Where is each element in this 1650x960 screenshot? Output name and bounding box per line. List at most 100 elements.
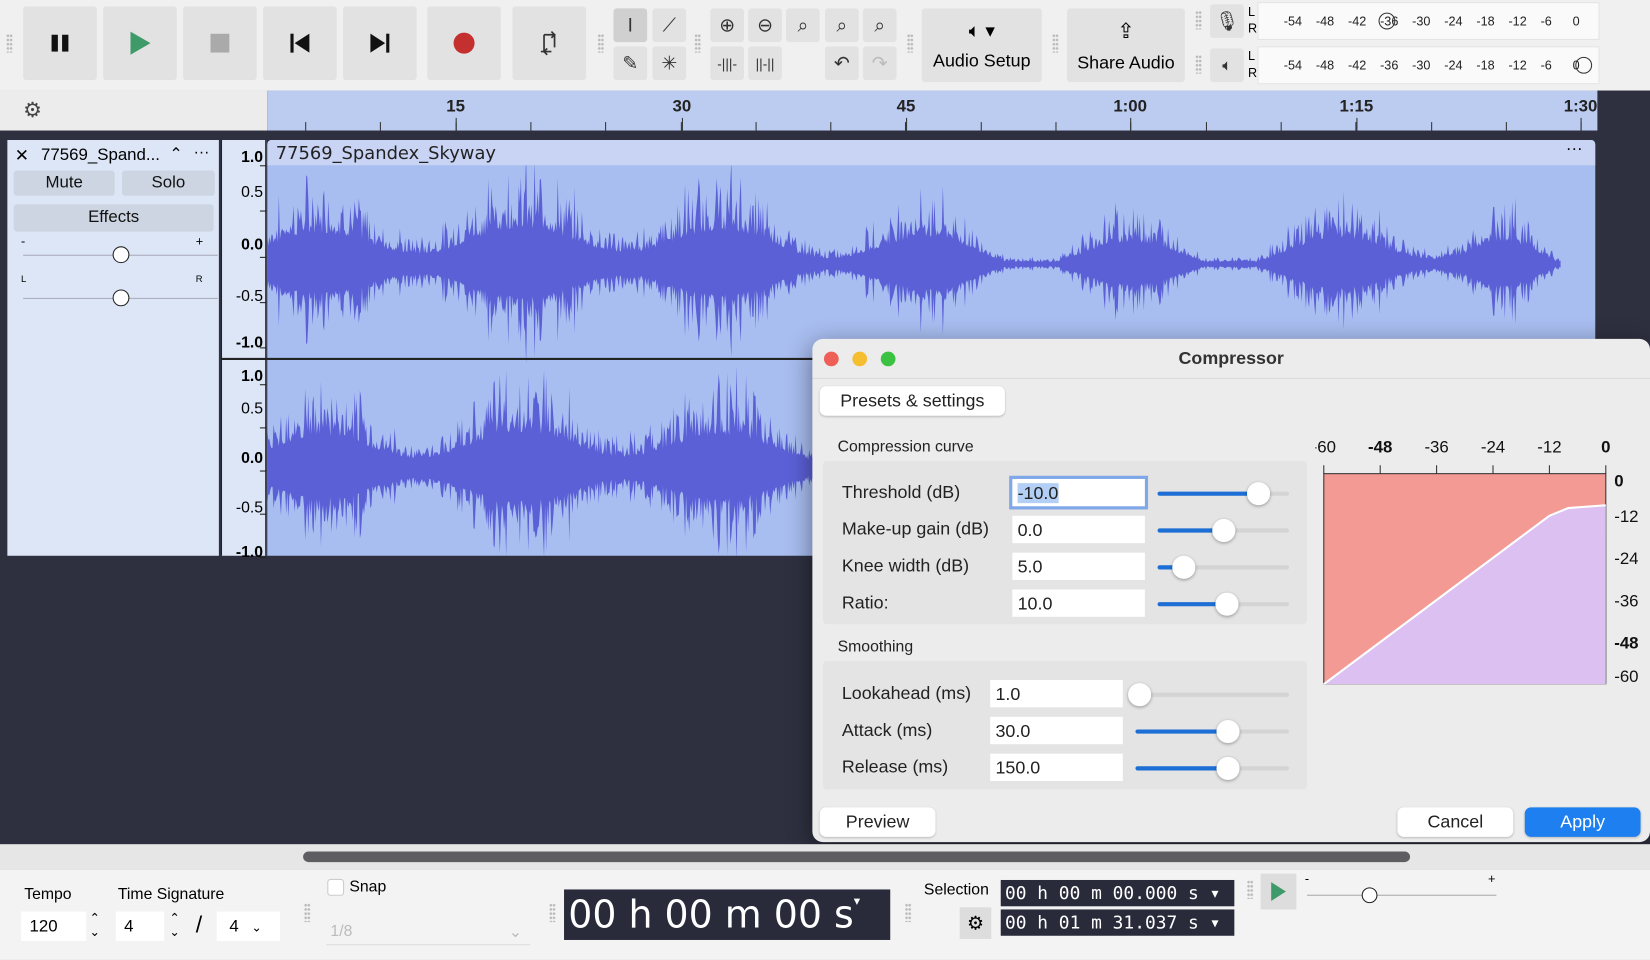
zoom-toggle-icon[interactable]: ⌕ xyxy=(862,8,897,43)
param-input[interactable]: 30.0 xyxy=(990,716,1123,745)
toolbar-grip[interactable] xyxy=(1246,879,1254,899)
presets-settings-button[interactable]: Presets & settings xyxy=(819,386,1005,416)
trim-icon[interactable]: -|||- xyxy=(710,46,744,80)
ruler-label: 15 xyxy=(446,97,466,116)
clip-header[interactable]: 77569_Spandex_Skyway ··· xyxy=(267,139,1596,166)
meter-level-knob[interactable] xyxy=(1378,12,1396,30)
toolbar-grip[interactable] xyxy=(597,33,605,53)
timeline-ruler[interactable] xyxy=(267,90,1598,131)
slider-knob[interactable] xyxy=(1216,719,1240,744)
ruler-tick xyxy=(1430,122,1432,131)
apply-button[interactable]: Apply xyxy=(1524,807,1641,837)
slider-knob[interactable] xyxy=(1216,756,1240,780)
pan-slider-knob[interactable] xyxy=(112,289,129,307)
loop-button[interactable] xyxy=(512,6,587,80)
time-signature-numerator[interactable]: 4 xyxy=(115,911,165,942)
speaker-icon[interactable]: 🔈︎ xyxy=(1210,48,1244,83)
param-slider[interactable] xyxy=(1128,683,1290,707)
slider-knob[interactable] xyxy=(1211,518,1235,543)
playback-meter[interactable]: -54 -48 -42 -36 -30 -24 -18 -12 -6 0 xyxy=(1257,46,1600,85)
effects-button[interactable]: Effects xyxy=(13,204,214,232)
snap-label: Snap xyxy=(349,877,387,896)
param-slider[interactable] xyxy=(1157,518,1290,543)
param-input[interactable]: -10.0 xyxy=(1009,475,1149,510)
chevron-down-icon: ▾ xyxy=(853,893,861,909)
zoom-in-icon[interactable]: ⊕ xyxy=(710,8,744,43)
param-input[interactable]: 10.0 xyxy=(1012,589,1145,617)
numerator-stepper[interactable]: ⌃ ⌄ xyxy=(169,911,180,939)
meter-tick-label: -30 xyxy=(1412,13,1431,29)
playback-speed-slider[interactable] xyxy=(1306,894,1497,896)
fit-selection-icon[interactable]: ⌕ xyxy=(786,8,820,43)
toolbar-grip[interactable] xyxy=(304,903,311,923)
param-slider[interactable] xyxy=(1135,719,1290,744)
toolbar-grip[interactable] xyxy=(6,33,13,53)
play-at-speed-button[interactable] xyxy=(1260,873,1297,910)
clip-menu-icon[interactable]: ··· xyxy=(1566,140,1583,159)
toolbar-grip[interactable] xyxy=(549,903,556,923)
selection-tool[interactable]: I xyxy=(613,8,648,43)
microphone-icon[interactable]: 🎙︎ xyxy=(1210,4,1244,38)
zoom-out-icon[interactable]: ⊖ xyxy=(748,8,782,43)
slash-label: / xyxy=(195,911,203,938)
scrollbar-thumb[interactable] xyxy=(303,851,1411,863)
snap-checkbox[interactable] xyxy=(327,878,345,896)
toolbar-grip[interactable] xyxy=(904,903,912,923)
track-name[interactable]: 77569_Spand... xyxy=(41,146,160,165)
collapse-icon[interactable]: ⌃ xyxy=(169,144,182,163)
toolbar-grip[interactable] xyxy=(1195,10,1202,30)
gain-slider-knob[interactable] xyxy=(112,246,129,264)
share-audio-button[interactable]: ⇪ Share Audio xyxy=(1067,8,1185,83)
play-button[interactable] xyxy=(103,6,177,80)
toolbar-grip[interactable] xyxy=(1195,54,1202,74)
snap-select[interactable]: 1/8 ⌄ xyxy=(326,918,531,946)
undo-icon[interactable]: ↶ xyxy=(825,46,859,80)
playback-speed-knob[interactable] xyxy=(1361,887,1378,904)
meter-level-knob[interactable] xyxy=(1575,56,1593,74)
title-bar[interactable]: Compressor xyxy=(812,339,1650,379)
selection-label: Selection xyxy=(923,881,989,899)
pause-button[interactable] xyxy=(23,6,97,80)
param-slider[interactable] xyxy=(1157,555,1290,579)
solo-button[interactable]: Solo xyxy=(122,170,215,196)
time-signature-denominator[interactable]: 4 ⌄ xyxy=(216,911,280,942)
record-meter[interactable]: -54 -48 -42 -36 -30 -24 -18 -12 -6 0 xyxy=(1257,2,1600,40)
draw-tool[interactable]: ✎ xyxy=(613,46,648,80)
gain-max-label: + xyxy=(195,233,204,249)
time-display[interactable]: 00 h 00 m 00 s▾ xyxy=(564,889,891,940)
graph-y-tick: 0 xyxy=(1614,471,1623,490)
tempo-stepper[interactable]: ⌃ ⌄ xyxy=(89,911,100,939)
mute-button[interactable]: Mute xyxy=(13,170,115,196)
redo-icon[interactable]: ↷ xyxy=(862,46,897,80)
param-slider[interactable] xyxy=(1135,756,1290,780)
cancel-button[interactable]: Cancel xyxy=(1397,807,1514,837)
selection-start[interactable]: 00 h 00 m 00.000 s ▾ xyxy=(1000,879,1235,907)
param-input[interactable]: 1.0 xyxy=(990,679,1123,708)
stop-button[interactable] xyxy=(183,6,257,80)
selection-end[interactable]: 00 h 01 m 31.037 s ▾ xyxy=(1000,909,1235,936)
skip-to-start-button[interactable] xyxy=(263,6,337,80)
skip-to-end-button[interactable] xyxy=(343,6,417,80)
record-button[interactable] xyxy=(427,6,501,80)
compressor-dialog: Compressor Presets & settings Compressio… xyxy=(812,338,1650,843)
param-input[interactable]: 150.0 xyxy=(990,753,1123,782)
multi-tool[interactable]: ✳ xyxy=(652,46,687,80)
envelope-tool[interactable]: ⟋ xyxy=(652,8,687,43)
toolbar-grip[interactable] xyxy=(694,33,701,53)
tempo-input[interactable]: 120 xyxy=(21,911,87,942)
toolbar-grip[interactable] xyxy=(1052,33,1059,53)
selection-settings-gear-icon[interactable]: ⚙ xyxy=(959,907,992,939)
toolbar-grip[interactable] xyxy=(907,33,914,53)
silence-icon[interactable]: ||-|| xyxy=(748,46,782,80)
track-menu-icon[interactable]: ··· xyxy=(194,143,210,161)
param-input[interactable]: 0.0 xyxy=(1012,515,1145,544)
param-slider[interactable] xyxy=(1157,592,1290,616)
preview-button[interactable]: Preview xyxy=(819,807,936,837)
gear-icon[interactable]: ⚙ xyxy=(23,97,42,123)
param-slider[interactable] xyxy=(1157,482,1290,506)
close-track-icon[interactable]: ✕ xyxy=(15,145,29,166)
fit-project-icon[interactable]: ⌕ xyxy=(825,8,859,43)
param-input[interactable]: 5.0 xyxy=(1012,552,1145,580)
slider-knob[interactable] xyxy=(1172,555,1196,579)
audio-setup-button[interactable]: 🔈︎ ▾ Audio Setup xyxy=(921,8,1042,83)
